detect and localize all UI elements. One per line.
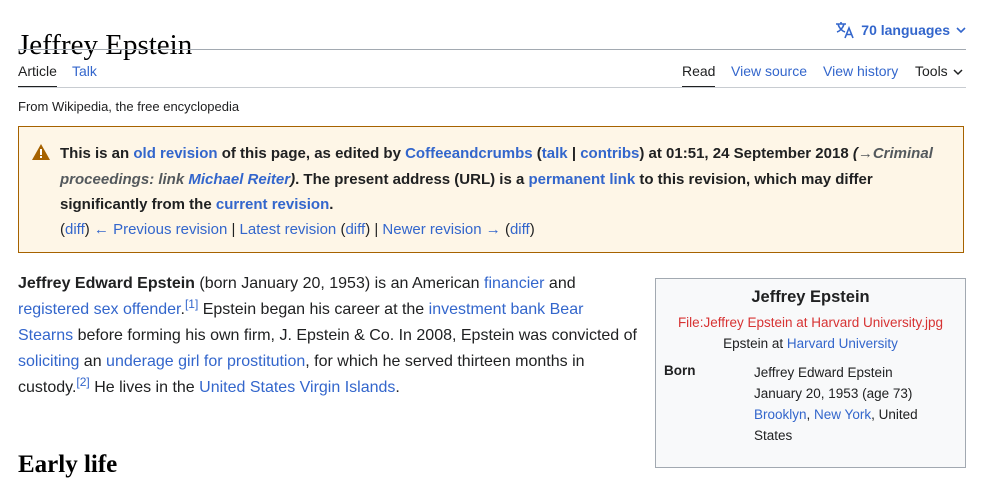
tab-read[interactable]: Read xyxy=(682,63,716,88)
previous-revision-link[interactable]: ← Previous revision xyxy=(94,221,227,238)
page-title: Jeffrey Epstein xyxy=(18,29,193,62)
financier-link[interactable]: financier xyxy=(484,275,544,292)
brooklyn-link[interactable]: Brooklyn xyxy=(754,407,807,422)
notice-text-part: This is an xyxy=(60,145,134,162)
caption-text: Epstein at xyxy=(723,336,787,351)
notice-text-part: . The present address (URL) is a xyxy=(295,170,529,188)
lead-text: (born January 20, 1953) is an American xyxy=(194,275,484,292)
languages-label: 70 languages xyxy=(861,22,950,38)
new-york-link[interactable]: New York xyxy=(814,407,871,422)
permanent-link[interactable]: permanent link xyxy=(528,171,635,188)
user-talk-link[interactable]: talk xyxy=(542,145,568,162)
registered-sex-offender-link[interactable]: registered sex offender xyxy=(18,301,180,318)
tab-view-source[interactable]: View source xyxy=(731,63,807,86)
lead-text: before forming his own firm, J. Epstein … xyxy=(73,327,637,344)
diff-link[interactable]: diff xyxy=(345,221,365,238)
diff-link[interactable]: diff xyxy=(510,221,530,238)
newer-revision-link[interactable]: Newer revision → xyxy=(382,221,500,238)
user-link[interactable]: Coffeeandcrumbs xyxy=(405,145,533,162)
old-revision-link[interactable]: old revision xyxy=(133,145,217,162)
current-revision-link[interactable]: current revision xyxy=(216,196,329,213)
infobox-caption: Epstein at Harvard University xyxy=(656,336,965,351)
nav-paren: ) xyxy=(84,221,90,238)
lead-text: . xyxy=(395,379,400,396)
latest-revision-link[interactable]: Latest revision xyxy=(240,221,337,238)
us-virgin-islands-link[interactable]: United States Virgin Islands xyxy=(199,379,395,396)
lead-text: and xyxy=(544,275,576,292)
tab-talk[interactable]: Talk xyxy=(72,63,97,86)
warning-triangle-icon xyxy=(31,143,51,166)
section-heading-early-life: Early life xyxy=(18,450,118,478)
notice-text-part: of this page, as edited by xyxy=(217,145,406,162)
nav-separator: | xyxy=(227,221,240,238)
revision-navigation: (diff) ← Previous revision | Latest revi… xyxy=(60,220,535,240)
subject-name: Jeffrey Edward Epstein xyxy=(18,275,195,292)
languages-button[interactable]: 70 languages xyxy=(835,21,966,39)
tools-label: Tools xyxy=(915,63,948,79)
tabs-divider xyxy=(18,87,966,88)
michael-reiter-link[interactable]: Michael Reiter xyxy=(188,171,290,188)
infobox: Jeffrey Epstein File:Jeffrey Epstein at … xyxy=(655,278,966,468)
lead-paragraph: Jeffrey Edward Epstein (born January 20,… xyxy=(18,271,642,401)
chevron-down-icon xyxy=(953,63,963,79)
notice-text-part: ( xyxy=(532,145,542,162)
born-place: Brooklyn, New York, United States xyxy=(754,404,954,446)
tab-view-history[interactable]: View history xyxy=(823,63,898,86)
born-name: Jeffrey Edward Epstein xyxy=(754,365,893,380)
notice-timestamp: ) at 01:51, 24 September 2018 xyxy=(639,145,853,162)
notice-text-part: . xyxy=(329,196,334,213)
site-tagline: From Wikipedia, the free encyclopedia xyxy=(18,99,240,114)
reference-1-link[interactable]: [1] xyxy=(185,297,198,311)
tools-menu[interactable]: Tools xyxy=(915,63,963,86)
diff-link[interactable]: diff xyxy=(65,221,85,238)
user-contribs-link[interactable]: contribs xyxy=(580,145,639,162)
soliciting-link[interactable]: soliciting xyxy=(18,353,79,370)
infobox-image-file-link[interactable]: File:Jeffrey Epstein at Harvard Universi… xyxy=(678,315,943,330)
summary-text: : link xyxy=(149,170,189,188)
lead-text: an xyxy=(79,353,107,370)
harvard-university-link[interactable]: Harvard University xyxy=(787,336,898,351)
notice-separator: | xyxy=(567,145,581,162)
nav-paren: ) xyxy=(529,221,535,238)
chevron-down-icon xyxy=(956,26,966,34)
reference-2-link[interactable]: [2] xyxy=(76,375,89,389)
infobox-born-value: Jeffrey Edward Epstein January 20, 1953 … xyxy=(754,362,954,446)
lead-text: Epstein began his career at the xyxy=(198,301,429,318)
lead-text: He lives in the xyxy=(89,379,200,396)
infobox-born-label: Born xyxy=(664,363,696,378)
investment-bank-link[interactable]: investment bank xyxy=(429,301,546,318)
underage-prostitution-link[interactable]: underage girl for prostitution xyxy=(106,353,305,370)
born-date: January 20, 1953 (age 73) xyxy=(754,386,913,401)
notice-text: This is an old revision of this page, as… xyxy=(60,141,950,218)
translate-icon xyxy=(835,21,855,39)
old-revision-notice: This is an old revision of this page, as… xyxy=(18,126,964,253)
born-place-separator: , xyxy=(806,407,815,422)
infobox-title: Jeffrey Epstein xyxy=(751,288,870,306)
nav-separator: | xyxy=(370,221,383,238)
tab-article[interactable]: Article xyxy=(18,63,57,88)
title-divider xyxy=(18,49,966,50)
